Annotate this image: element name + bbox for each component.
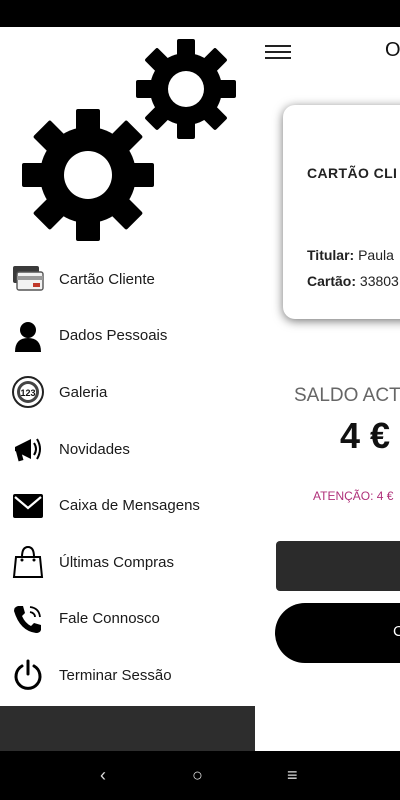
app-title: O — [385, 39, 400, 61]
navigation-drawer: Cartão Cliente Dados Pessoais 123 Galeri… — [0, 27, 255, 706]
balance-value: 4 € — [340, 415, 391, 456]
primary-button[interactable]: C — [275, 603, 400, 663]
svg-text:123: 123 — [20, 388, 35, 398]
drawer-footer — [0, 706, 255, 751]
menu-item-label: Cartão Cliente — [59, 270, 155, 288]
menu-item-label: Caixa de Mensagens — [59, 497, 200, 515]
phone-icon — [11, 602, 45, 636]
back-icon[interactable]: ‹ — [100, 765, 106, 786]
attention-notice: ATENÇÃO: 4 € — [313, 489, 394, 503]
card-holder-value: Paula — [354, 247, 394, 263]
card-icon — [11, 262, 45, 296]
shopping-bag-icon — [11, 545, 45, 579]
system-nav-bar: ‹ ○ ≡ — [0, 751, 400, 800]
gallery-icon: 123 — [11, 375, 45, 409]
menu-item-label: Últimas Compras — [59, 553, 175, 571]
balance-label: SALDO ACT — [294, 385, 400, 406]
home-icon[interactable]: ○ — [192, 765, 203, 786]
menu-item-fale-connosco[interactable]: Fale Connosco — [0, 591, 255, 648]
menu-item-cartao-cliente[interactable]: Cartão Cliente — [0, 251, 255, 308]
menu-item-novidades[interactable]: Novidades — [0, 421, 255, 478]
menu-item-label: Fale Connosco — [59, 610, 160, 628]
power-icon — [11, 658, 45, 692]
person-icon — [11, 319, 45, 353]
menu-item-caixa-mensagens[interactable]: Caixa de Mensagens — [0, 477, 255, 534]
menu-item-ultimas-compras[interactable]: Últimas Compras — [0, 534, 255, 591]
recents-icon[interactable]: ≡ — [287, 765, 298, 786]
card-number-label: Cartão: — [307, 273, 357, 289]
menu-item-label: Galeria — [59, 383, 108, 401]
card-title: CARTÃO CLI — [307, 165, 398, 181]
menu-item-terminar-sessao[interactable]: Terminar Sessão — [0, 647, 255, 704]
megaphone-icon — [11, 432, 45, 466]
card-holder-label: Titular: — [307, 247, 355, 263]
card-holder-line: Titular: Paula — [307, 247, 394, 263]
card-number-value: 33803 — [356, 273, 399, 289]
main-content: O CARTÃO CLI Titular: Paula Cartão: 3380… — [255, 27, 400, 751]
dark-button[interactable] — [276, 541, 400, 591]
primary-button-label: C — [393, 623, 400, 640]
menu-item-galeria[interactable]: 123 Galeria — [0, 364, 255, 421]
client-card[interactable]: CARTÃO CLI Titular: Paula Cartão: 33803 — [283, 105, 400, 319]
hamburger-menu-icon[interactable] — [265, 41, 291, 63]
menu-item-label: Terminar Sessão — [59, 666, 172, 684]
envelope-icon — [11, 489, 45, 523]
drawer-header — [0, 27, 255, 251]
card-number-line: Cartão: 33803 — [307, 273, 399, 289]
menu-item-dados-pessoais[interactable]: Dados Pessoais — [0, 308, 255, 365]
menu-item-label: Dados Pessoais — [59, 327, 168, 345]
drawer-menu: Cartão Cliente Dados Pessoais 123 Galeri… — [0, 251, 255, 704]
menu-item-label: Novidades — [59, 440, 130, 458]
gear-icon — [136, 39, 236, 139]
status-bar — [0, 0, 400, 27]
